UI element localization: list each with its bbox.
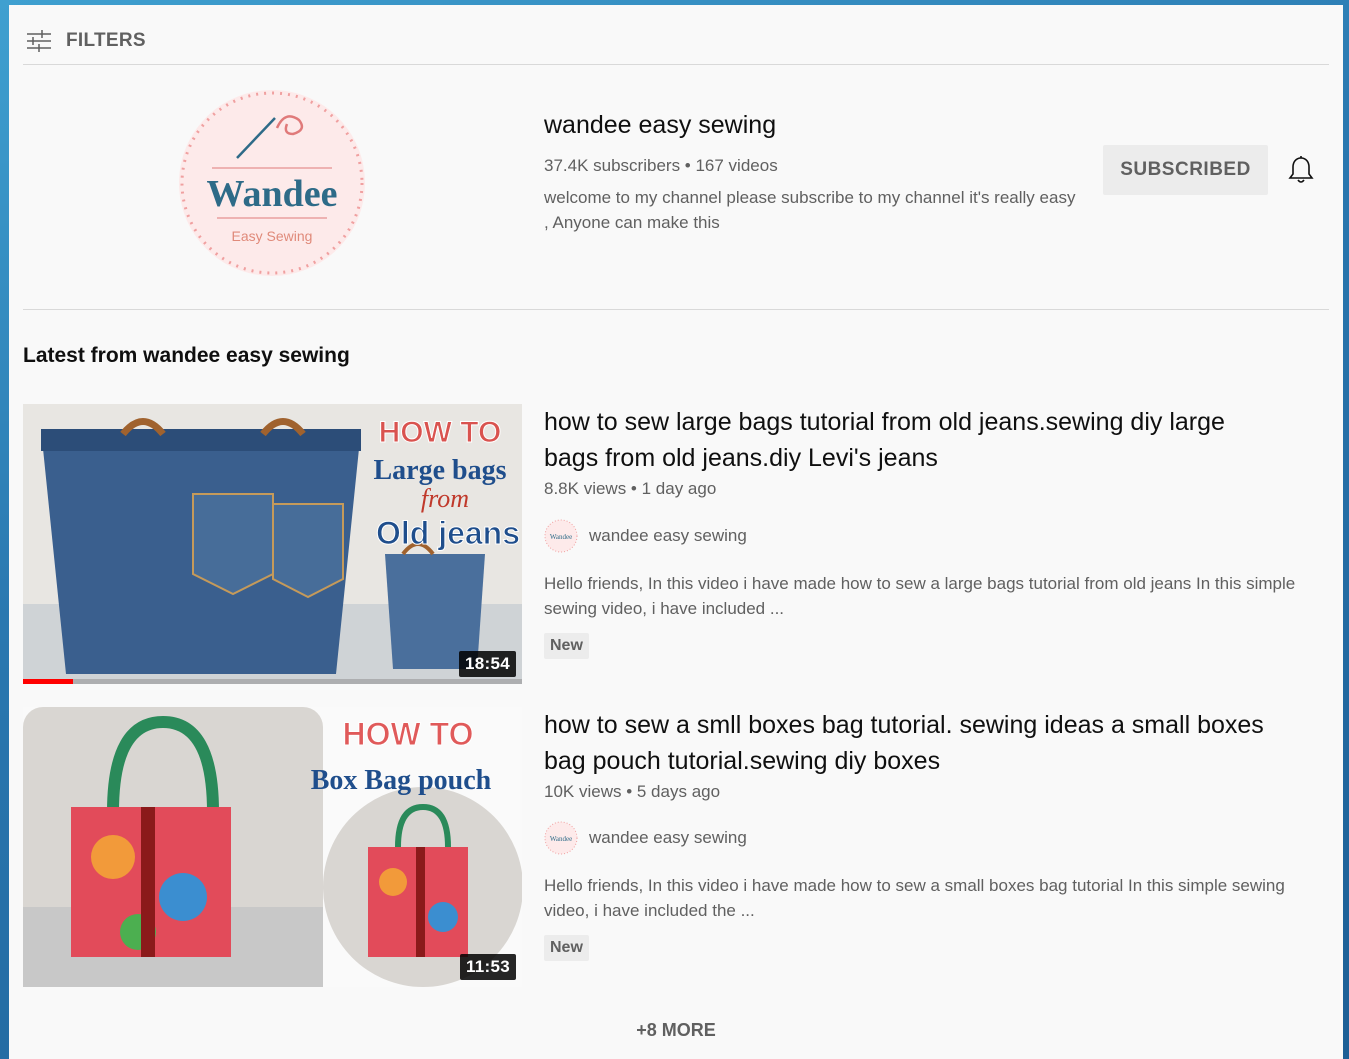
channel-stats: 37.4K subscribers • 167 videos <box>544 156 778 175</box>
new-badge: New <box>544 633 589 659</box>
svg-text:Wandee: Wandee <box>550 835 572 843</box>
channel-description: welcome to my channel please subscribe t… <box>544 188 1076 232</box>
video-channel-link[interactable]: Wandee wandee easy sewing <box>544 518 747 554</box>
channel-avatar-small: Wandee <box>544 821 578 855</box>
thumb-text-1: HOW TO <box>379 416 502 449</box>
watch-progress-fill <box>23 679 73 684</box>
filters-label: FILTERS <box>66 30 146 51</box>
video-channel-name: wandee easy sewing <box>589 828 747 847</box>
video-thumbnail[interactable]: HOW TO Box Bag pouch 11:53 <box>23 707 522 987</box>
video-duration: 11:53 <box>459 954 516 980</box>
channel-avatar[interactable]: Wandee Easy Sewing <box>177 88 367 278</box>
bell-icon[interactable] <box>1287 155 1315 185</box>
divider <box>23 64 1329 65</box>
video-meta: 10K views • 5 days ago <box>544 782 721 801</box>
divider <box>23 309 1329 310</box>
video-channel-name: wandee easy sewing <box>589 526 747 545</box>
sliders-icon <box>27 30 51 52</box>
section-title: Latest from wandee easy sewing <box>23 344 350 367</box>
video-description: Hello friends, In this video i have made… <box>544 876 1285 920</box>
video-title[interactable]: how to sew large bags tutorial from old … <box>544 404 1264 476</box>
channel-name[interactable]: wandee easy sewing <box>544 111 776 140</box>
thumb-text-2: Box Bag pouch <box>311 765 492 796</box>
video-thumbnail[interactable]: HOW TO Large bags from Old jeans 18:54 <box>23 404 522 684</box>
avatar-text: Wandee <box>207 173 338 215</box>
thumb-text-1: HOW TO <box>343 716 474 752</box>
video-duration: 18:54 <box>459 651 516 677</box>
thumb-text-2: Large bags <box>374 455 507 486</box>
channel-avatar-small: Wandee <box>544 519 578 553</box>
avatar-subtext: Easy Sewing <box>232 228 313 244</box>
more-results-button[interactable]: +8 MORE <box>9 1020 1343 1041</box>
video-title[interactable]: how to sew a smll boxes bag tutorial. se… <box>544 707 1264 779</box>
watch-progress-bar <box>23 679 522 684</box>
thumb-text-3: from <box>421 484 469 513</box>
filters-button[interactable]: FILTERS <box>25 27 146 55</box>
thumbnail-image: HOW TO Box Bag pouch <box>23 707 522 987</box>
video-channel-link[interactable]: Wandee wandee easy sewing <box>544 820 747 856</box>
svg-text:Wandee: Wandee <box>550 533 572 541</box>
thumb-text-4: Old jeans <box>376 515 520 551</box>
subscribed-button[interactable]: SUBSCRIBED <box>1103 145 1268 195</box>
search-results-panel: FILTERS Wandee Easy Sewing wandee easy s… <box>9 5 1343 1059</box>
video-description: Hello friends, In this video i have made… <box>544 574 1296 618</box>
video-meta: 8.8K views • 1 day ago <box>544 479 717 498</box>
thumbnail-image: HOW TO Large bags from Old jeans <box>23 404 522 684</box>
new-badge: New <box>544 935 589 961</box>
